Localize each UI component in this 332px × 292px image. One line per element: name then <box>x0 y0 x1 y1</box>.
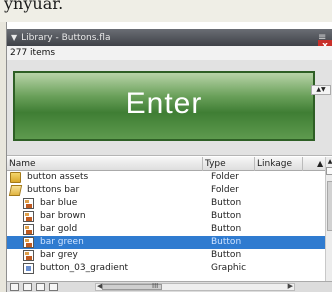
list-item[interactable]: button assets Folder <box>7 171 325 184</box>
item-name: bar blue <box>40 198 78 208</box>
button-symbol-icon <box>23 211 34 222</box>
item-name: buttons bar <box>27 185 80 195</box>
item-type: Button <box>211 198 242 208</box>
scroll-up-icon[interactable]: ▲ <box>326 157 332 167</box>
item-type: Graphic <box>211 263 247 273</box>
preview-area: Enter ▲▼ <box>7 60 332 156</box>
collapse-triangle-icon[interactable]: ▼ <box>11 29 17 46</box>
library-panel: ▼Library - Buttons.fla ≡ x 277 items Ent… <box>6 22 332 292</box>
button-symbol-icon <box>23 250 34 261</box>
panel-titlebar[interactable]: ▼ Library - Buttons.fla ≡ <box>7 29 332 46</box>
panel-bottom-bar: ◀ III ▶ <box>7 281 332 292</box>
horizontal-scroll-grip: III <box>152 282 159 290</box>
item-type: Folder <box>211 172 239 182</box>
scroll-right-icon[interactable]: ▶ <box>288 282 293 290</box>
scroll-mini-icon[interactable] <box>326 167 332 175</box>
button-symbol-icon <box>23 224 34 235</box>
item-count: 277 items <box>7 46 332 60</box>
column-header-type[interactable]: Type <box>203 157 255 171</box>
folder-open-icon <box>8 185 23 196</box>
delete-icon[interactable] <box>49 283 58 291</box>
new-symbol-icon[interactable] <box>23 283 32 291</box>
item-type: Button <box>211 250 242 260</box>
button-symbol-icon <box>23 198 34 209</box>
column-header-linkage[interactable]: Linkage <box>255 157 303 171</box>
item-type: Button <box>211 211 242 221</box>
item-type: Folder <box>211 185 239 195</box>
item-name: button_03_gradient <box>40 263 129 273</box>
item-type: Button <box>211 237 242 247</box>
list-item[interactable]: bar blue Button <box>7 197 325 210</box>
column-header-name[interactable]: Name <box>7 157 203 171</box>
item-name: bar grey <box>40 250 78 260</box>
item-name: bar green <box>40 237 84 247</box>
preview-play-control[interactable]: ▲▼ <box>311 85 331 95</box>
column-header-row: Name Type Linkage ▲ <box>7 157 325 171</box>
button-preview: Enter <box>13 71 315 141</box>
vertical-scrollbar[interactable]: ▲ <box>325 157 332 281</box>
scroll-thumb[interactable] <box>327 181 332 231</box>
sort-indicator-icon[interactable]: ▲ <box>317 157 323 171</box>
item-type: Button <box>211 224 242 234</box>
horizontal-scrollbar[interactable]: ◀ III ▶ <box>95 282 295 291</box>
list-item[interactable]: buttons bar Folder <box>7 184 325 197</box>
preview-button-text: Enter <box>125 87 203 120</box>
list-item[interactable]: bar green Button <box>7 236 325 249</box>
list-item[interactable]: bar grey Button <box>7 249 325 262</box>
list-item[interactable]: bar gold Button <box>7 223 325 236</box>
graphic-symbol-icon <box>23 263 34 274</box>
button-symbol-icon <box>23 237 34 248</box>
overflow-text: ynyuar. <box>4 0 64 13</box>
folder-icon <box>10 172 21 183</box>
item-name: bar gold <box>40 224 78 234</box>
document-top-strip: ynyuar. <box>0 0 332 22</box>
item-name: bar brown <box>40 211 86 221</box>
panel-title: Library - Buttons.fla <box>21 33 111 43</box>
list-item[interactable]: button_03_gradient Graphic <box>7 262 325 275</box>
properties-icon[interactable] <box>36 283 45 291</box>
new-folder-icon[interactable] <box>10 283 19 291</box>
library-item-list: button assets Folder buttons bar Folder bar … <box>7 171 325 281</box>
list-item[interactable]: bar brown Button <box>7 210 325 223</box>
item-name: button assets <box>27 172 89 182</box>
